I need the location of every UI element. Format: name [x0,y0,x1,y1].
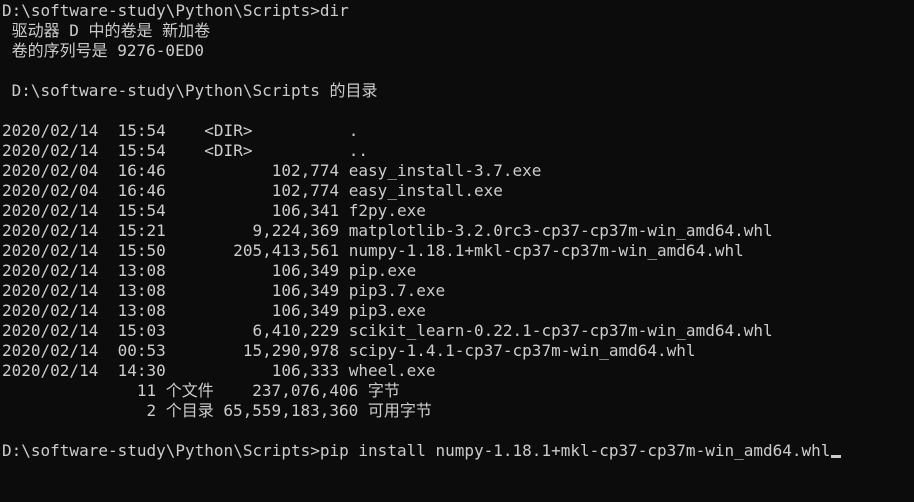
directory-entry: 2020/02/14 13:08 106,349 pip.exe [2,261,417,280]
directory-entry: 2020/02/14 15:54 <DIR> .. [2,141,369,160]
directory-entry: 2020/02/14 15:54 106,341 f2py.exe [2,201,426,220]
directory-listing: 2020/02/14 15:54 <DIR> . 2020/02/14 15:5… [2,121,914,381]
directory-entry: 2020/02/14 15:21 9,224,369 matplotlib-3.… [2,221,773,240]
directory-entry: 2020/02/14 13:08 106,349 pip3.7.exe [2,281,446,300]
text-cursor [831,455,842,458]
directory-entry: 2020/02/14 00:53 15,290,978 scipy-1.4.1-… [2,341,696,360]
directory-header-line: D:\software-study\Python\Scripts 的目录 [2,81,378,100]
directory-entry: 2020/02/14 15:03 6,410,229 scikit_learn-… [2,321,773,340]
volume-label-line: 驱动器 D 中的卷是 新加卷 [2,21,211,40]
current-command-text[interactable]: D:\software-study\Python\Scripts>pip ins… [2,441,830,460]
input-line[interactable]: D:\software-study\Python\Scripts>pip ins… [2,441,914,461]
directory-entry: 2020/02/14 13:08 106,349 pip3.exe [2,301,426,320]
command-prompt-line: D:\software-study\Python\Scripts>dir [2,1,349,20]
directory-entry: 2020/02/14 14:30 106,333 wheel.exe [2,361,436,380]
volume-serial-line: 卷的序列号是 9276-0ED0 [2,41,204,60]
directory-entry: 2020/02/14 15:50 205,413,561 numpy-1.18.… [2,241,744,260]
directory-entry: 2020/02/14 15:54 <DIR> . [2,121,359,140]
directory-entry: 2020/02/04 16:46 102,774 easy_install.ex… [2,181,503,200]
file-count-summary: 11 个文件 237,076,406 字节 [2,381,400,400]
directory-entry: 2020/02/04 16:46 102,774 easy_install-3.… [2,161,542,180]
dir-count-summary: 2 个目录 65,559,183,360 可用字节 [2,401,432,420]
console-window[interactable]: D:\software-study\Python\Scripts>dir 驱动器… [0,0,914,502]
